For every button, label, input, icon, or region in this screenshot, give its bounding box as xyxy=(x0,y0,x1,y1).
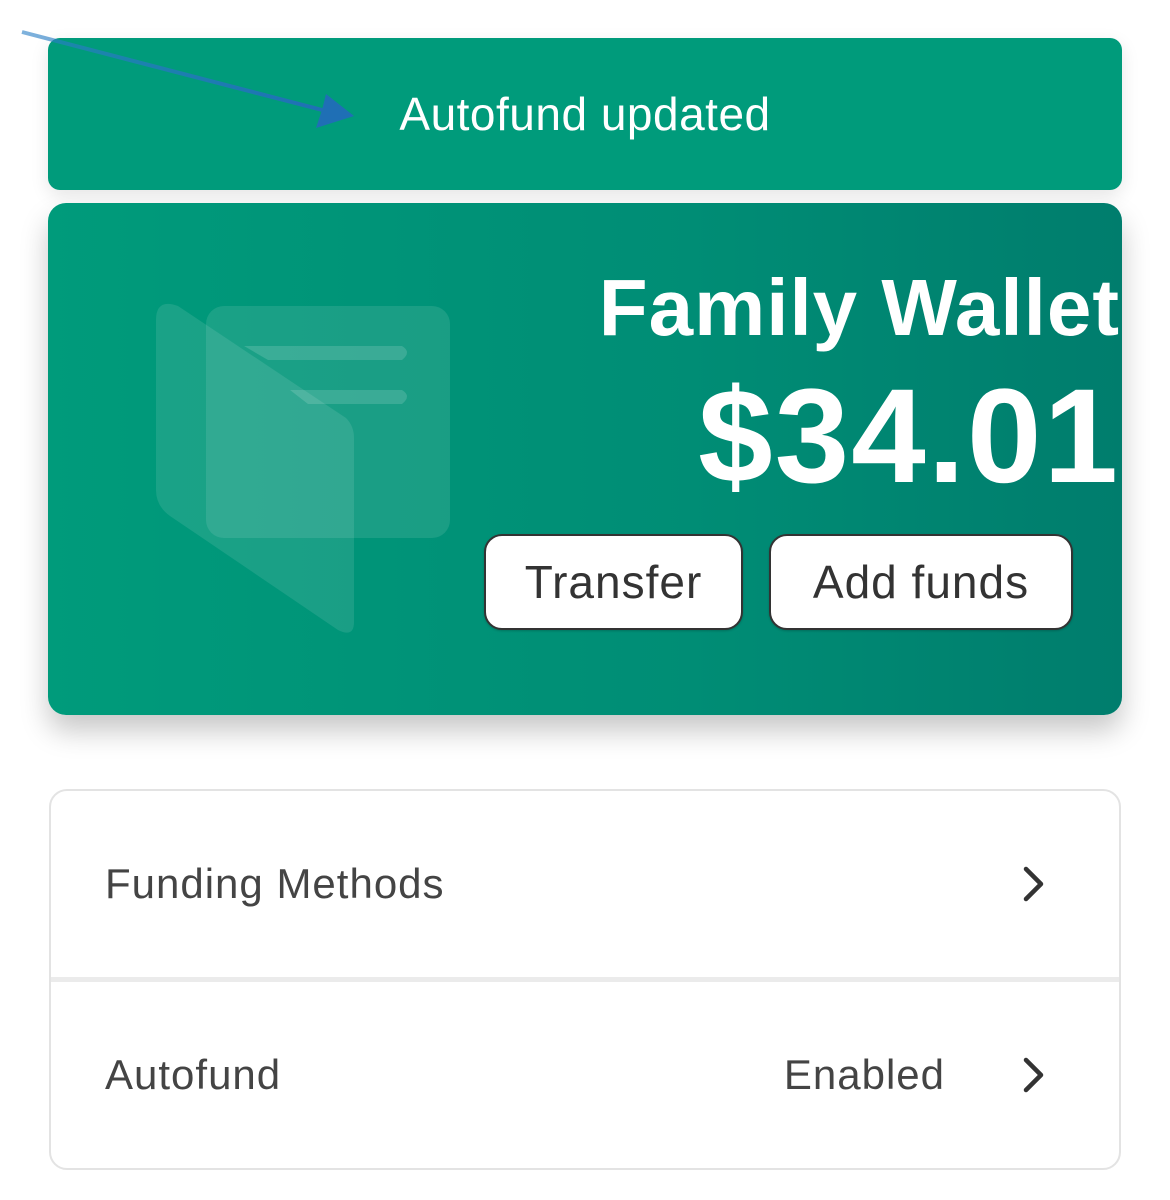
chevron-right-icon xyxy=(1023,866,1044,902)
wallet-settings-list: Funding Methods Autofund Enabled xyxy=(49,789,1121,1170)
wallet-balance: $34.01 xyxy=(698,362,1120,511)
list-item-autofund[interactable]: Autofund Enabled xyxy=(51,982,1119,1168)
wallet-illustration-icon xyxy=(156,303,450,633)
wallet-title: Family Wallet xyxy=(598,263,1120,352)
autofund-status-value: Enabled xyxy=(783,1051,945,1098)
toast-notification: Autofund updated xyxy=(48,38,1122,190)
toast-message: Autofund updated xyxy=(399,88,771,140)
add-funds-button-label: Add funds xyxy=(812,556,1030,608)
list-item-label: Autofund xyxy=(105,1051,282,1098)
transfer-button-label: Transfer xyxy=(524,556,703,608)
list-item-label: Funding Methods xyxy=(105,860,445,907)
chevron-right-icon xyxy=(1023,1057,1044,1093)
list-item-funding-methods[interactable]: Funding Methods xyxy=(51,791,1119,977)
transfer-button[interactable]: Transfer xyxy=(484,534,743,630)
add-funds-button[interactable]: Add funds xyxy=(769,534,1073,630)
